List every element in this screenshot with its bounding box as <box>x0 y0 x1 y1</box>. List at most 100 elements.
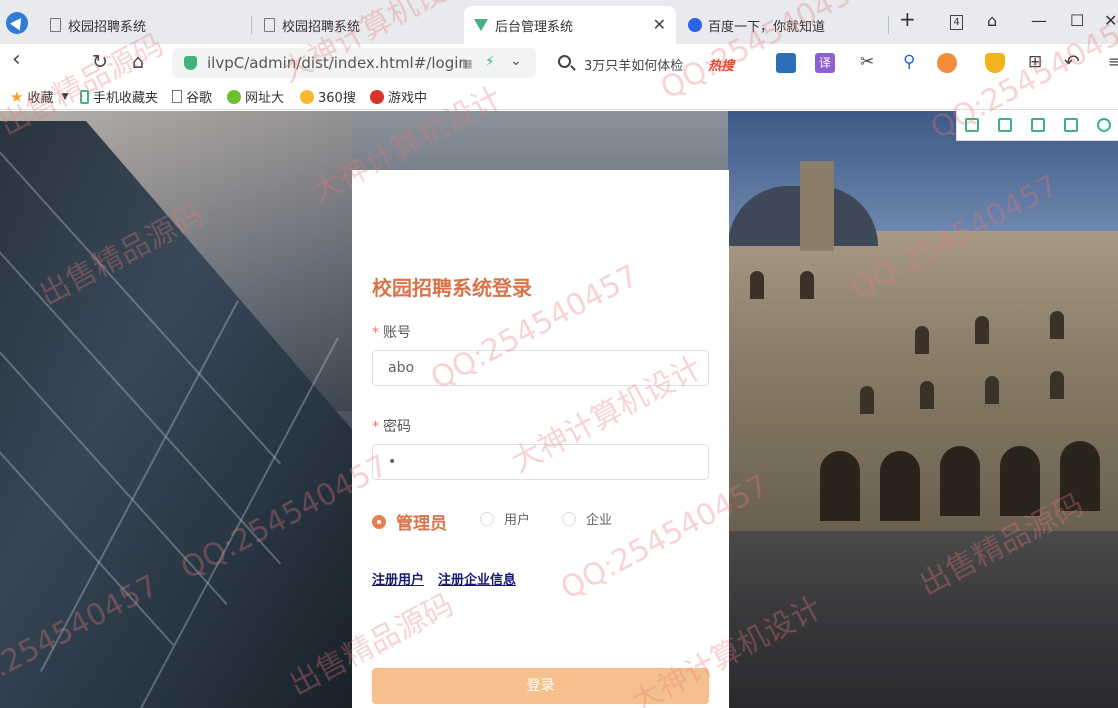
required-mark: * <box>372 325 379 341</box>
search-ext-icon[interactable]: ⚲ <box>903 52 915 72</box>
tab-count-badge[interactable]: 4 <box>950 15 963 30</box>
bookmark-games[interactable]: 游戏中 <box>370 87 427 106</box>
fullscreen-icon[interactable] <box>998 118 1012 132</box>
palace-window <box>1050 311 1064 339</box>
browser-tab-strip: 校园招聘系统 校园招聘系统 后台管理系统 ✕ 百度一下，你就知道 + 4 ⌂ —… <box>0 0 1118 44</box>
palace-arch <box>820 451 860 521</box>
security-shield-icon <box>184 56 197 70</box>
close-window-icon[interactable]: ✕ <box>1104 12 1117 30</box>
browser-tab-1[interactable]: 校园招聘系统 <box>40 6 250 44</box>
password-input[interactable]: • <box>372 444 709 480</box>
role-radio-admin[interactable]: 管理员 <box>372 509 447 534</box>
palace-window <box>860 386 874 414</box>
login-button[interactable]: 登录 <box>372 668 709 704</box>
account-label-text: 账号 <box>383 325 411 341</box>
hot-search-label[interactable]: 热搜 <box>708 55 734 74</box>
register-user-link[interactable]: 注册用户 <box>372 569 424 588</box>
role-radio-company[interactable]: 企业 <box>562 509 612 528</box>
account-input[interactable]: abo <box>372 350 709 386</box>
required-mark: * <box>372 419 379 435</box>
palace-window <box>975 316 989 344</box>
palace-arch <box>1060 441 1100 511</box>
apps-grid-icon[interactable]: ⊞ <box>1028 52 1042 72</box>
chevron-down-icon[interactable]: ⌄ <box>510 53 522 69</box>
radio-unchecked-icon[interactable] <box>480 511 494 526</box>
radio-checked-icon[interactable] <box>372 514 386 529</box>
undo-icon[interactable]: ↶ <box>1064 52 1080 72</box>
phone-icon <box>80 89 89 104</box>
radio-unchecked-icon[interactable] <box>562 511 576 526</box>
palace-window <box>915 326 929 354</box>
s-extension-icon[interactable] <box>776 53 796 73</box>
browser-tab-active[interactable]: 后台管理系统 ✕ <box>464 6 676 44</box>
role-label-company[interactable]: 企业 <box>586 509 612 528</box>
url-text[interactable]: ilvpC/admin/dist/index.html#/login <box>207 54 468 72</box>
login-title: 校园招聘系统登录 <box>372 276 532 300</box>
bookmarks-bar: ★ 收藏 ▼ 手机收藏夹 谷歌 网址大 360搜 游戏中 <box>0 82 1118 110</box>
site-icon <box>227 89 241 104</box>
save-page-icon[interactable] <box>1031 118 1045 132</box>
palace-arch <box>880 451 920 521</box>
bookmark-label: 网址大 <box>245 91 285 106</box>
address-bar[interactable]: ilvpC/admin/dist/index.html#/login ▦ ⚡ ⌄ <box>172 48 536 78</box>
shield-badge-icon[interactable] <box>985 53 1005 73</box>
caret-down-icon: ▼ <box>61 91 69 102</box>
bookmark-page-icon[interactable] <box>965 118 979 132</box>
flash-icon[interactable]: ⚡ <box>485 54 495 70</box>
search-suggestion[interactable]: 3万只羊如何体检 <box>584 55 683 74</box>
tab-label: 校园招聘系统 <box>68 19 147 35</box>
bookmark-label: 谷歌 <box>186 91 213 106</box>
search-icon <box>558 55 571 68</box>
minimize-icon[interactable]: — <box>1031 12 1047 30</box>
password-label-text: 密码 <box>383 419 411 435</box>
home-icon[interactable]: ⌂ <box>132 52 144 72</box>
menu-icon[interactable]: ≡ <box>1108 52 1118 72</box>
password-input-value[interactable]: • <box>388 454 396 470</box>
palace-window <box>750 271 764 299</box>
palace-arch <box>1000 446 1040 516</box>
bookmark-favorites[interactable]: ★ 收藏 ▼ <box>10 87 69 107</box>
browser-tab-4[interactable]: 百度一下，你就知道 <box>678 6 888 44</box>
page-tools-bar <box>956 111 1118 141</box>
share-icon[interactable] <box>1064 118 1078 132</box>
account-input-value[interactable]: abo <box>388 360 414 376</box>
close-icon[interactable]: ✕ <box>653 17 666 33</box>
tab-label: 百度一下，你就知道 <box>708 19 826 35</box>
role-radio-user[interactable]: 用户 <box>480 509 530 528</box>
page-viewport: 校园招聘系统登录 * 账号 abo * 密码 • 管理员 用户 企业 注册用户 注册… <box>0 111 1118 708</box>
bookmark-360[interactable]: 360搜 <box>300 87 356 106</box>
password-label: * 密码 <box>372 416 411 436</box>
maximize-icon[interactable]: ☐ <box>1070 12 1084 30</box>
browser-toolbar: ‹ ↻ ⌂ ilvpC/admin/dist/index.html#/login… <box>0 44 1118 82</box>
bookmark-label: 收藏 <box>27 91 54 106</box>
shirt-skin-icon[interactable]: ⌂ <box>987 12 997 30</box>
register-company-link[interactable]: 注册企业信息 <box>438 569 516 588</box>
login-card: 校园招聘系统登录 * 账号 abo * 密码 • 管理员 用户 企业 注册用户 注册… <box>352 170 729 708</box>
bookmark-label: 手机收藏夹 <box>93 91 159 106</box>
role-label-user[interactable]: 用户 <box>504 509 530 528</box>
role-label-admin[interactable]: 管理员 <box>396 509 447 534</box>
bookmark-google[interactable]: 谷歌 <box>172 87 212 106</box>
bookmark-mobile[interactable]: 手机收藏夹 <box>80 87 158 106</box>
browser-logo-icon[interactable] <box>6 12 28 34</box>
scissors-icon[interactable]: ✂ <box>860 52 874 72</box>
reload-icon[interactable]: ↻ <box>92 52 108 72</box>
settings-gear-icon[interactable] <box>1097 118 1111 132</box>
game-icon <box>370 89 384 104</box>
browser-tab-2[interactable]: 校园招聘系统 <box>254 6 464 44</box>
tab-label: 后台管理系统 <box>495 19 574 35</box>
baidu-paw-icon <box>688 18 702 32</box>
back-icon[interactable]: ‹ <box>12 49 21 71</box>
bookmark-sites[interactable]: 网址大 <box>227 87 284 106</box>
qr-grid-icon[interactable]: ▦ <box>462 57 472 70</box>
page-icon <box>264 18 275 32</box>
background-plaza <box>728 531 1118 708</box>
page-icon <box>172 90 182 103</box>
new-tab-icon[interactable]: + <box>899 9 916 29</box>
background-tower <box>800 161 834 251</box>
game-controller-icon[interactable] <box>937 53 957 73</box>
star-icon: ★ <box>10 87 24 106</box>
translate-icon[interactable]: 译 <box>815 53 835 73</box>
tab-label: 校园招聘系统 <box>282 19 361 35</box>
search-box[interactable]: 3万只羊如何体检 热搜 <box>548 48 758 78</box>
